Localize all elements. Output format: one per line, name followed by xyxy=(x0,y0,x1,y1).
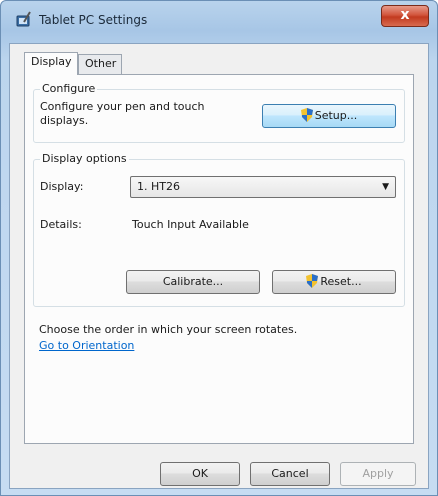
tab-display[interactable]: Display xyxy=(24,52,78,75)
apply-button: Apply xyxy=(340,462,416,486)
uac-shield-icon xyxy=(300,108,313,122)
display-select-value: 1. HT26 xyxy=(137,180,180,193)
orientation-description: Choose the order in which your screen ro… xyxy=(39,323,298,336)
close-button[interactable]: x xyxy=(381,5,429,27)
tab-other[interactable]: Other xyxy=(78,54,122,74)
window-title: Tablet PC Settings xyxy=(39,13,148,27)
chevron-down-icon: ▼ xyxy=(382,182,389,192)
display-options-group: Display options Display: 1. HT26 ▼ Detai… xyxy=(33,152,405,307)
tablet-pen-icon xyxy=(16,11,31,27)
uac-shield-icon xyxy=(306,274,319,288)
details-value: Touch Input Available xyxy=(132,218,249,231)
display-label: Display: xyxy=(40,180,84,193)
display-options-title: Display options xyxy=(40,152,129,165)
cancel-button[interactable]: Cancel xyxy=(250,462,330,486)
calibrate-button[interactable]: Calibrate... xyxy=(126,270,260,294)
display-select[interactable]: 1. HT26 ▼ xyxy=(130,176,396,198)
configure-group: Configure Configure your pen and touch d… xyxy=(33,82,405,143)
display-tab-panel: Configure Configure your pen and touch d… xyxy=(24,74,414,444)
dialog-client-area: Display Other Configure Configure your p… xyxy=(9,43,429,489)
reset-button-label: Reset... xyxy=(320,275,362,288)
configure-group-title: Configure xyxy=(40,82,98,95)
setup-button[interactable]: Setup... xyxy=(262,104,396,128)
ok-button[interactable]: OK xyxy=(160,462,240,486)
title-bar[interactable]: Tablet PC Settings x xyxy=(1,1,437,41)
configure-description: Configure your pen and touch displays. xyxy=(40,100,205,127)
setup-button-label: Setup... xyxy=(314,109,358,122)
orientation-link[interactable]: Go to Orientation xyxy=(39,339,134,352)
details-label: Details: xyxy=(40,218,82,231)
tablet-pc-settings-window: Tablet PC Settings x Display Other Confi… xyxy=(0,0,438,496)
reset-button[interactable]: Reset... xyxy=(272,270,396,294)
